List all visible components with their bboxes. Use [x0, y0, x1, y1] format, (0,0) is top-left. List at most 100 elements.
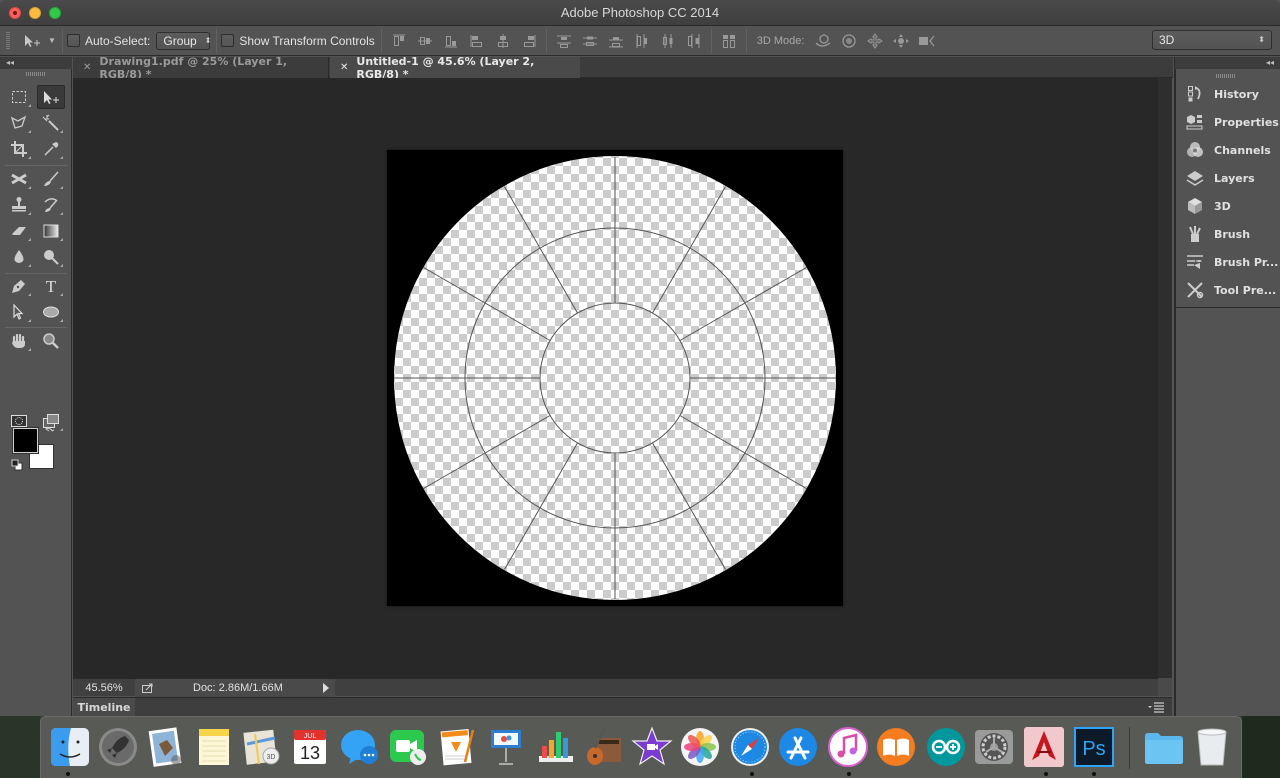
- path-selection-tool[interactable]: [5, 300, 33, 324]
- options-bar-grip[interactable]: [6, 31, 10, 50]
- show-transform-controls-checkbox[interactable]: [221, 34, 235, 47]
- magic-wand-tool[interactable]: [37, 111, 65, 135]
- dock-ibooks[interactable]: [875, 726, 917, 768]
- auto-align-layers-button[interactable]: [716, 31, 742, 51]
- distribute-vertical-centers-button[interactable]: [577, 31, 603, 51]
- dock-garageband[interactable]: [583, 726, 625, 768]
- rotate-3d-button[interactable]: [810, 31, 836, 51]
- dock-system-preferences[interactable]: [973, 726, 1015, 768]
- history-brush-tool[interactable]: [37, 193, 65, 217]
- eraser-tool[interactable]: [5, 219, 33, 243]
- tool-preset-picker[interactable]: ▼: [24, 34, 58, 48]
- align-horizontal-centers-button[interactable]: [490, 31, 516, 51]
- align-bottom-edges-button[interactable]: [438, 31, 464, 51]
- pen-tool[interactable]: [5, 274, 33, 298]
- dock-notes[interactable]: [193, 726, 235, 768]
- align-right-edges-button[interactable]: [516, 31, 542, 51]
- spot-healing-tool[interactable]: [5, 167, 33, 191]
- eyedropper-tool[interactable]: [37, 137, 65, 161]
- toolbar-grip[interactable]: [26, 72, 46, 76]
- dock-pages[interactable]: [437, 726, 479, 768]
- scale-3d-button[interactable]: [914, 31, 940, 51]
- align-vertical-centers-button[interactable]: [412, 31, 438, 51]
- document-canvas[interactable]: [387, 150, 843, 606]
- blur-tool[interactable]: [5, 245, 33, 269]
- move-tool[interactable]: [37, 85, 65, 109]
- status-menu-arrow-icon[interactable]: [323, 682, 329, 693]
- dock-launchpad[interactable]: [97, 726, 139, 768]
- dock-documents-folder[interactable]: [1143, 726, 1185, 768]
- dock-finder[interactable]: [49, 726, 91, 768]
- type-tool[interactable]: T: [37, 274, 65, 298]
- dock-safari[interactable]: [729, 726, 771, 768]
- dock-calendar[interactable]: JUL 13: [289, 726, 331, 768]
- distribute-left-edges-button[interactable]: [629, 31, 655, 51]
- dock-facetime[interactable]: [387, 726, 429, 768]
- dock-mail[interactable]: [145, 726, 187, 768]
- dock-app-store[interactable]: [777, 726, 819, 768]
- panel-layers[interactable]: Layers: [1176, 164, 1280, 192]
- zoom-level[interactable]: 45.56%: [73, 682, 135, 694]
- desktop-background: [1242, 716, 1280, 778]
- dock-keynote[interactable]: [485, 726, 527, 768]
- slide-3d-button[interactable]: [888, 31, 914, 51]
- gradient-tool[interactable]: [37, 219, 65, 243]
- dock-photos[interactable]: [679, 726, 721, 768]
- panel-properties[interactable]: Properties: [1176, 108, 1280, 136]
- drag-3d-button[interactable]: [862, 31, 888, 51]
- brush-tool[interactable]: [37, 167, 65, 191]
- crop-tool[interactable]: [5, 137, 33, 161]
- zoom-icon: [43, 333, 59, 349]
- distribute-top-edges-button[interactable]: [551, 31, 577, 51]
- hand-tool[interactable]: [5, 329, 33, 353]
- panel-brush[interactable]: Brush: [1176, 220, 1280, 248]
- vertical-scrollbar[interactable]: [1158, 78, 1172, 678]
- default-colors-icon[interactable]: [11, 459, 23, 471]
- svg-text:T: T: [46, 277, 57, 295]
- panel-brush-presets[interactable]: Brush Pr...: [1176, 248, 1280, 276]
- collapse-toolbar-button[interactable]: ◂◂: [0, 57, 72, 69]
- distribute-horizontal-centers-button[interactable]: [655, 31, 681, 51]
- close-tab-icon[interactable]: ✕: [340, 62, 348, 73]
- dock-trash[interactable]: [1191, 726, 1233, 768]
- zoom-tool[interactable]: [37, 329, 65, 353]
- dock-autocad[interactable]: [1023, 726, 1065, 768]
- dock-maps[interactable]: 3D: [241, 726, 283, 768]
- dock-arduino[interactable]: [925, 726, 967, 768]
- panel-history[interactable]: History: [1176, 80, 1280, 108]
- screen-mode-button[interactable]: [37, 409, 65, 433]
- auto-select-mode-dropdown[interactable]: Group ⬍: [156, 31, 211, 50]
- foreground-color-swatch[interactable]: [13, 428, 38, 453]
- polygonal-lasso-tool[interactable]: [5, 111, 33, 135]
- tab-untitled-1[interactable]: ✕ Untitled-1 @ 45.6% (Layer 2, RGB/8) *: [330, 55, 580, 81]
- workspace-dropdown[interactable]: 3D ⬍: [1152, 30, 1272, 50]
- dodge-tool[interactable]: [37, 245, 65, 269]
- dock-itunes[interactable]: [827, 726, 869, 768]
- rectangular-marquee-tool[interactable]: [5, 85, 33, 109]
- auto-select-checkbox[interactable]: [67, 34, 80, 47]
- distribute-right-edges-button[interactable]: [681, 31, 707, 51]
- collapse-panels-button[interactable]: ◂◂: [1174, 57, 1280, 69]
- ellipse-tool[interactable]: [37, 300, 65, 324]
- share-icon[interactable]: [141, 682, 155, 694]
- roll-3d-button[interactable]: [836, 31, 862, 51]
- dock-photoshop[interactable]: Ps: [1073, 726, 1115, 768]
- dock-imovie[interactable]: [631, 726, 673, 768]
- clone-stamp-tool[interactable]: [5, 193, 33, 217]
- align-left-edges-button[interactable]: [464, 31, 490, 51]
- dock-numbers[interactable]: [535, 726, 577, 768]
- panel-grip[interactable]: [1216, 74, 1236, 78]
- calendar-day: 13: [300, 743, 320, 763]
- panel-3d[interactable]: 3D: [1176, 192, 1280, 220]
- panel-tool-presets[interactable]: Tool Pre...: [1176, 276, 1280, 304]
- panel-menu-icon[interactable]: [1148, 702, 1164, 713]
- panel-channels[interactable]: Channels: [1176, 136, 1280, 164]
- dock-messages[interactable]: [339, 726, 381, 768]
- distribute-bottom-edges-button[interactable]: [603, 31, 629, 51]
- panel-list: History Properties Channels Layers 3D Br…: [1176, 80, 1280, 308]
- align-top-edges-button[interactable]: [386, 31, 412, 51]
- tab-drawing1[interactable]: ✕ Drawing1.pdf @ 25% (Layer 1, RGB/8) *: [73, 55, 329, 81]
- document-info[interactable]: Doc: 2.86M/1.66M: [135, 678, 335, 697]
- timeline-tab[interactable]: Timeline: [73, 698, 135, 717]
- close-tab-icon[interactable]: ✕: [83, 62, 91, 73]
